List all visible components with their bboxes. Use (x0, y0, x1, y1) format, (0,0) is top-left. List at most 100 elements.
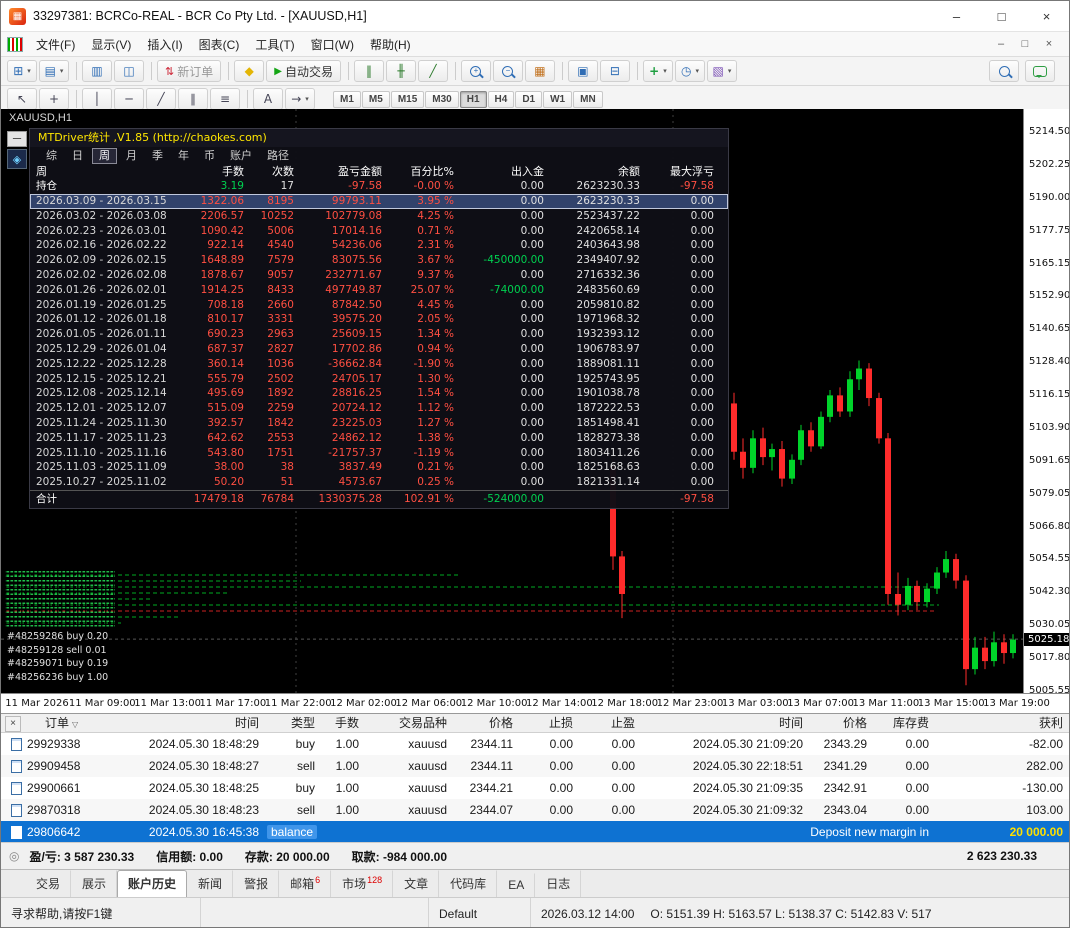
order-row[interactable]: 29900661 2024.05.30 18:48:25 buy 1.00 xauusd… (1, 777, 1069, 799)
tab-year[interactable]: 年 (172, 149, 195, 163)
tile-windows-button[interactable]: ▦ (524, 60, 555, 82)
tab-account[interactable]: 账户 (224, 149, 258, 163)
data-window-button[interactable]: ◫ (114, 60, 144, 82)
cascade-windows-button[interactable]: ▣ (567, 60, 598, 82)
tab-month[interactable]: 月 (120, 149, 143, 163)
trendline-button[interactable]: ╱ (146, 88, 176, 110)
metaeditor-button[interactable]: ◆ (234, 60, 265, 82)
stats-row[interactable]: 2025.11.03 - 2025.11.09 38.00 38 3837.49 0.2… (30, 460, 728, 475)
chart-minimize-button[interactable]: – (993, 38, 1009, 50)
chart-area[interactable]: XAUUSD,H1 一 #48259286 buy 0.20 #48259128 … (1, 109, 1069, 713)
panel-minimize-button[interactable]: 一 (7, 131, 27, 147)
search-button[interactable] (989, 60, 1019, 82)
column-header[interactable]: 库存费 (875, 714, 937, 732)
stats-row[interactable]: 2025.11.10 - 2025.11.16 543.80 1751 -21757.… (30, 446, 728, 461)
tab-exposure[interactable]: 展示 (71, 870, 118, 897)
menu-charts[interactable]: 图表(C) (191, 34, 248, 55)
stats-row[interactable]: 2026.02.23 - 2026.03.01 1090.42 5006 17014.… (30, 224, 728, 239)
tab-account-history[interactable]: 账户历史 (117, 870, 188, 897)
balance-row[interactable]: 29806642 2024.05.30 16:45:38 balance Deposi… (1, 821, 1069, 843)
tab-week[interactable]: 周 (92, 147, 117, 164)
chart-restore-button[interactable]: □ (1017, 38, 1033, 50)
tile-horizontal-button[interactable]: ⊟ (599, 60, 630, 82)
tab-mailbox[interactable]: 邮箱6 (279, 870, 332, 897)
tab-market[interactable]: 市场128 (331, 870, 394, 897)
stats-row[interactable]: 2025.12.01 - 2025.12.07 515.09 2259 20724.1… (30, 401, 728, 416)
chart-line-button[interactable]: ╱ (417, 60, 448, 82)
menu-tools[interactable]: 工具(T) (247, 34, 302, 55)
column-header[interactable]: 时间 (101, 714, 267, 732)
timeframe-m30-button[interactable]: M30 (425, 90, 459, 108)
timeframe-m5-button[interactable]: M5 (361, 90, 390, 108)
fibonacci-button[interactable]: ≡ (210, 88, 240, 110)
timeframe-m15-button[interactable]: M15 (390, 90, 425, 108)
panel-logo-icon[interactable] (7, 149, 27, 169)
tab-currency[interactable]: 币 (198, 149, 221, 163)
column-header[interactable]: 价格 (455, 714, 521, 732)
market-watch-button[interactable]: ▥ (82, 60, 112, 82)
vertical-line-button[interactable]: │ (82, 88, 112, 110)
tab-journal[interactable]: 日志 (535, 870, 582, 897)
menu-window[interactable]: 窗口(W) (303, 34, 362, 55)
stats-row[interactable]: 2026.01.26 - 2026.02.01 1914.25 8433 497749… (30, 283, 728, 298)
stats-row[interactable]: 2026.01.19 - 2026.01.25 708.18 2660 87842.5… (30, 298, 728, 313)
tab-path[interactable]: 路径 (261, 149, 295, 163)
terminal-close-button[interactable]: × (5, 716, 21, 732)
tab-summary[interactable]: 综 (40, 149, 63, 163)
stats-row[interactable]: 2026.02.16 - 2026.02.22 922.14 4540 54236.0… (30, 238, 728, 253)
menu-view[interactable]: 显示(V) (83, 34, 139, 55)
minimize-button[interactable]: – (934, 1, 979, 31)
column-header[interactable]: 手数 (323, 714, 367, 732)
tab-quarter[interactable]: 季 (146, 149, 169, 163)
stats-row[interactable]: 2026.03.02 - 2026.03.08 2206.57 10252 10277… (30, 209, 728, 224)
maximize-button[interactable]: □ (979, 1, 1024, 31)
stats-row[interactable]: 2026.03.09 - 2026.03.15 1322.06 8195 99793.… (30, 194, 728, 209)
autotrading-button[interactable]: ▶ 自动交易 (266, 60, 341, 82)
tab-ea[interactable]: EA (497, 873, 536, 897)
column-header[interactable]: 止盈 (581, 714, 643, 732)
order-row[interactable]: 29870318 2024.05.30 18:48:23 sell 1.00 xauus… (1, 799, 1069, 821)
status-profile[interactable]: Default (429, 898, 531, 927)
new-order-button[interactable]: ⇅ 新订单 (157, 60, 222, 82)
timeframe-d1-button[interactable]: D1 (515, 90, 543, 108)
horizontal-line-button[interactable]: ─ (114, 88, 144, 110)
templates-button[interactable]: ▧ ▾ (706, 60, 737, 82)
chart-close-button[interactable]: × (1041, 38, 1057, 50)
stats-row[interactable]: 2026.02.02 - 2026.02.08 1878.67 9057 232771… (30, 268, 728, 283)
zoom-in-button[interactable]: + (460, 60, 491, 82)
zoom-out-button[interactable]: − (492, 60, 523, 82)
arrows-button[interactable]: → ▾ (285, 88, 315, 110)
text-button[interactable]: A (253, 88, 283, 110)
column-header[interactable]: 类型 (267, 714, 323, 732)
stats-row[interactable]: 2025.12.15 - 2025.12.21 555.79 2502 24705.1… (30, 372, 728, 387)
tab-trade[interactable]: 交易 (25, 870, 72, 897)
timeframe-h4-button[interactable]: H4 (487, 90, 515, 108)
stats-row[interactable]: 2025.11.17 - 2025.11.23 642.62 2553 24862.1… (30, 431, 728, 446)
menu-file[interactable]: 文件(F) (28, 34, 83, 55)
tab-alerts[interactable]: 警报 (233, 870, 280, 897)
column-header[interactable]: 交易品种 (367, 714, 455, 732)
chart-candles-button[interactable]: ╫ (385, 60, 416, 82)
order-row[interactable]: 29909458 2024.05.30 18:48:27 sell 1.00 xauus… (1, 755, 1069, 777)
indicators-button[interactable]: + ▾ (642, 60, 673, 82)
tab-articles[interactable]: 文章 (393, 870, 440, 897)
profiles-button[interactable]: ▤ ▾ (39, 60, 69, 82)
chat-button[interactable] (1025, 60, 1055, 82)
tab-news[interactable]: 新闻 (187, 870, 234, 897)
new-chart-button[interactable]: ⊞ ▾ (7, 60, 37, 82)
stats-row[interactable]: 2025.12.08 - 2025.12.14 495.69 1892 28816.2… (30, 386, 728, 401)
cursor-button[interactable]: ↖ (7, 88, 37, 110)
timeframe-mn-button[interactable]: MN (573, 90, 603, 108)
periods-button[interactable]: ◷ ▾ (674, 60, 705, 82)
stats-row[interactable]: 2025.10.27 - 2025.11.02 50.20 51 4573.67 0.2… (30, 475, 728, 490)
column-header[interactable]: 获利 (937, 714, 1069, 732)
stats-row[interactable]: 2026.02.09 - 2026.02.15 1648.89 7579 83075.… (30, 253, 728, 268)
channel-button[interactable]: ∥ (178, 88, 208, 110)
menu-help[interactable]: 帮助(H) (362, 34, 419, 55)
stats-row[interactable]: 2025.11.24 - 2025.11.30 392.57 1842 23225.0… (30, 416, 728, 431)
column-header[interactable]: 止损 (521, 714, 581, 732)
stats-row[interactable]: 2025.12.29 - 2026.01.04 687.37 2827 17702.8… (30, 342, 728, 357)
stats-row[interactable]: 2026.01.12 - 2026.01.18 810.17 3331 39575.2… (30, 312, 728, 327)
close-button[interactable]: × (1024, 1, 1069, 31)
stats-row[interactable]: 2026.01.05 - 2026.01.11 690.23 2963 25609.1… (30, 327, 728, 342)
